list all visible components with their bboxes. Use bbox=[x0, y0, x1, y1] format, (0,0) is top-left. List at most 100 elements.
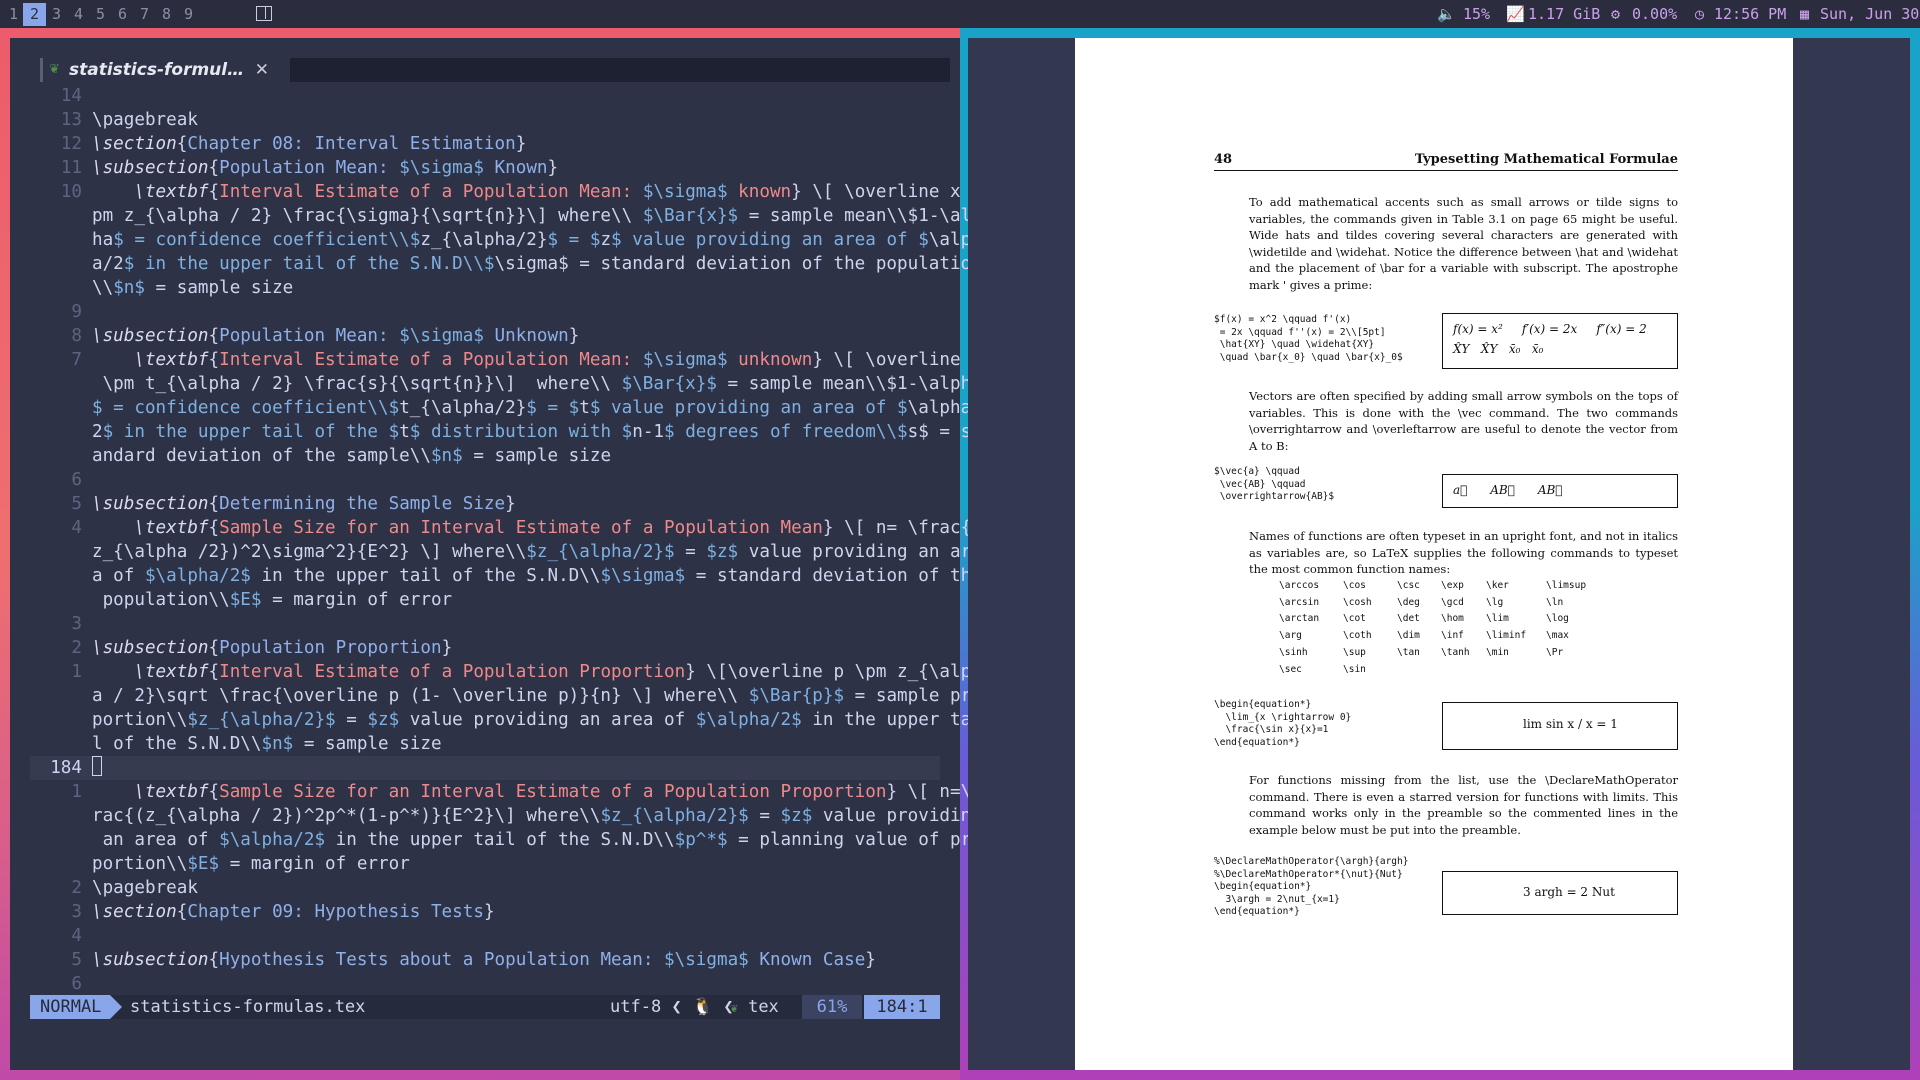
function-name: \cot bbox=[1343, 613, 1366, 625]
workspace-3[interactable]: 3 bbox=[45, 3, 68, 26]
clock-icon: ◷ bbox=[1695, 5, 1705, 23]
line-number: 5 bbox=[71, 494, 82, 514]
pdf-viewer-window[interactable]: 48 Typesetting Mathematical Formulae To … bbox=[968, 38, 1910, 1070]
pdf-page: 48 Typesetting Mathematical Formulae To … bbox=[1075, 38, 1793, 1070]
tab-label: statistics-formul… bbox=[69, 60, 245, 80]
code-line[interactable]: \textbf{Interval Estimate of a Populatio… bbox=[92, 180, 981, 204]
status-filetype: ❦ tex bbox=[730, 997, 779, 1017]
code-line[interactable]: \section{Chapter 08: Interval Estimation… bbox=[92, 132, 526, 156]
function-name: \ker bbox=[1486, 580, 1509, 591]
code-line[interactable]: andard deviation of the sample\\$n$ = sa… bbox=[92, 444, 611, 468]
linux-icon: 🐧 bbox=[691, 997, 714, 1017]
function-name: \lg bbox=[1486, 596, 1504, 608]
workspace-8[interactable]: 8 bbox=[155, 3, 178, 26]
editor-buffer[interactable]: 14 13 \pagebreak 12 \section{Chapter 08: Int… bbox=[30, 84, 982, 1004]
function-name: \limsup bbox=[1546, 580, 1587, 591]
memory-value: 1.17 GiB bbox=[1528, 5, 1601, 23]
code-line[interactable]: a / 2}\sqrt \frac{\overline p (1- \overl… bbox=[92, 684, 982, 708]
workspace-1[interactable]: 1 bbox=[2, 3, 25, 26]
code-line[interactable]: \pagebreak bbox=[92, 108, 198, 132]
function-name: \gcd bbox=[1441, 596, 1464, 608]
editor-window[interactable]: ❦ statistics-formul… ✕ 14 13 \pagebreak 12 \… bbox=[10, 38, 982, 1070]
line-number: 13 bbox=[60, 110, 82, 130]
code-line[interactable]: 2$ in the upper tail of the $t$ distribu… bbox=[92, 420, 982, 444]
code-line[interactable]: \subsection{Population Mean: $\sigma$ Kn… bbox=[92, 156, 558, 180]
tex-file-icon: ❦ bbox=[730, 1001, 738, 1016]
line-number: 3 bbox=[71, 902, 82, 922]
code-line[interactable]: portion\\$E$ = margin of error bbox=[92, 852, 410, 876]
render-box-1: f(x) = x² f′(x) = 2x f″(x) = 2 X̂Y X̂Y x… bbox=[1442, 313, 1678, 369]
code-line[interactable]: \subsection{Population Proportion} bbox=[92, 636, 452, 660]
render-box-4: 3 argh = 2 Nut bbox=[1442, 871, 1678, 915]
code-line[interactable] bbox=[92, 756, 102, 780]
code-line[interactable]: \textbf{Interval Estimate of a Populatio… bbox=[92, 660, 981, 684]
mode-indicator: NORMAL bbox=[30, 995, 122, 1019]
workspace-9[interactable]: 9 bbox=[177, 3, 200, 26]
code-line[interactable]: a/2$ in the upper tail of the S.N.D\\$\s… bbox=[92, 252, 982, 276]
code-line[interactable]: $ = confidence coefficient\\$t_{\alpha/2… bbox=[92, 396, 982, 420]
function-name: \det bbox=[1397, 613, 1420, 625]
function-name: \csc bbox=[1397, 580, 1420, 591]
function-name: \sup bbox=[1343, 646, 1366, 658]
function-name: \max bbox=[1546, 630, 1569, 642]
layout-icon[interactable] bbox=[256, 6, 272, 21]
code-line[interactable]: portion\\$z_{\alpha/2}$ = $z$ value prov… bbox=[92, 708, 982, 732]
status-encoding: utf-8 ❮ 🐧 ❮ bbox=[610, 997, 734, 1017]
code-line[interactable]: rac{(z_{\alpha / 2})^2p^*(1-p^*)}{E^2}\]… bbox=[92, 804, 982, 828]
paragraph-vectors: Vectors are often specified by adding sm… bbox=[1249, 389, 1678, 453]
code-line[interactable]: an area of $\alpha/2$ in the upper tail … bbox=[92, 828, 982, 852]
code-line[interactable]: z_{\alpha /2})^2\sigma^2}{E^2} \] where\… bbox=[92, 540, 982, 564]
code-line[interactable]: \pagebreak bbox=[92, 876, 198, 900]
code-line[interactable]: \textbf{Sample Size for an Interval Esti… bbox=[92, 516, 981, 540]
function-name: \deg bbox=[1397, 596, 1420, 608]
line-number: 1 bbox=[71, 782, 82, 802]
code-line[interactable]: pm z_{\alpha / 2} \frac{\sigma}{\sqrt{n}… bbox=[92, 204, 982, 228]
clock-value: 12:56 PM bbox=[1714, 5, 1787, 23]
running-title: Typesetting Mathematical Formulae bbox=[1414, 152, 1678, 167]
line-number: 8 bbox=[71, 326, 82, 346]
page-number: 48 bbox=[1214, 152, 1233, 167]
code-line[interactable]: a of $\alpha/2$ in the upper tail of the… bbox=[92, 564, 982, 588]
code-line[interactable]: ha$ = confidence coefficient\\$z_{\alpha… bbox=[92, 228, 982, 252]
volume-icon[interactable]: 🔈 bbox=[1437, 0, 1456, 28]
function-name: \dim bbox=[1397, 630, 1420, 642]
volume-value: 15% bbox=[1463, 5, 1491, 23]
code-line[interactable]: \section{Chapter 09: Hypothesis Tests} bbox=[92, 900, 495, 924]
workspace-4[interactable]: 4 bbox=[67, 3, 90, 26]
code-example-2: $\vec{a} \qquad \vec{AB} \qquad \overrig… bbox=[1214, 466, 1335, 502]
tex-file-icon: ❦ bbox=[49, 62, 60, 77]
code-example-3: \begin{equation*} \lim_{x \rightarrow 0}… bbox=[1214, 699, 1352, 748]
code-line[interactable]: \subsection{Hypothesis Tests about a Pop… bbox=[92, 948, 876, 972]
function-name: \cos bbox=[1343, 580, 1366, 591]
close-icon[interactable]: ✕ bbox=[255, 58, 269, 82]
code-line[interactable]: \subsection{Determining the Sample Size} bbox=[92, 492, 516, 516]
function-name: \inf bbox=[1441, 630, 1464, 642]
code-line[interactable]: l of the S.N.D\\$n$ = sample size bbox=[92, 732, 442, 756]
line-number: 12 bbox=[60, 134, 82, 154]
function-name: \Pr bbox=[1546, 646, 1564, 658]
function-name: \tan bbox=[1397, 646, 1420, 658]
line-number: 4 bbox=[71, 518, 82, 538]
line-number: 5 bbox=[71, 950, 82, 970]
workspace-2[interactable]: 2 bbox=[23, 3, 46, 26]
code-line[interactable]: \pm t_{\alpha / 2} \frac{s}{\sqrt{n}}\] … bbox=[92, 372, 982, 396]
render-box-3: lim sin x / x = 1 bbox=[1442, 702, 1678, 750]
workspace-6[interactable]: 6 bbox=[111, 3, 134, 26]
code-line[interactable]: \\$n$ = sample size bbox=[92, 276, 293, 300]
function-name: \coth bbox=[1343, 630, 1372, 642]
function-name: \min bbox=[1486, 646, 1509, 658]
code-line[interactable]: \subsection{Population Mean: $\sigma$ Un… bbox=[92, 324, 579, 348]
code-line[interactable]: \textbf{Interval Estimate of a Populatio… bbox=[92, 348, 981, 372]
code-line[interactable]: population\\$E$ = margin of error bbox=[92, 588, 453, 612]
header-rule bbox=[1214, 170, 1678, 171]
workspace-5[interactable]: 5 bbox=[89, 3, 112, 26]
tab-bar-fill bbox=[290, 58, 950, 82]
cpu-icon: ⚙ bbox=[1611, 5, 1621, 23]
function-name: \sinh bbox=[1279, 646, 1308, 658]
code-line[interactable]: \textbf{Sample Size for an Interval Esti… bbox=[92, 780, 981, 804]
status-percent: 61% bbox=[802, 995, 862, 1019]
tab-statistics-formulas[interactable]: ❦ statistics-formul… ✕ bbox=[40, 58, 275, 82]
workspace-7[interactable]: 7 bbox=[133, 3, 156, 26]
line-number: 1 bbox=[71, 662, 82, 682]
line-number: 184 bbox=[50, 758, 82, 778]
